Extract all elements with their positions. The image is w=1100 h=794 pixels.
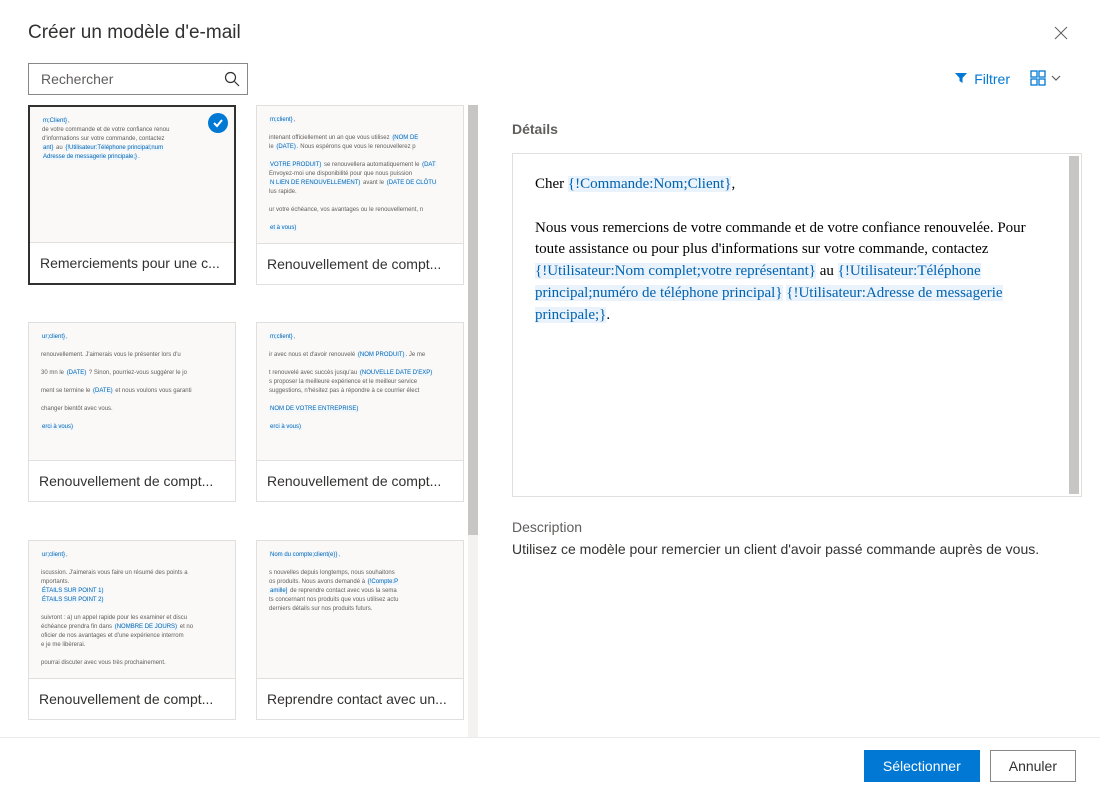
- filter-icon: [954, 71, 968, 88]
- search-wrap: [28, 63, 248, 95]
- preview-text: ,: [731, 176, 735, 192]
- template-thumbnail: m;client}, intenant officiellement un an…: [257, 106, 463, 244]
- dialog-footer: Sélectionner Annuler: [0, 737, 1100, 794]
- dialog-header: Créer un modèle d'e-mail: [0, 0, 1100, 63]
- preview-text: .: [606, 307, 610, 323]
- template-card-label: Renouvellement de compt...: [29, 461, 235, 501]
- template-card-label: Renouvellement de compt...: [257, 461, 463, 501]
- description-text: Utilisez ce modèle pour remercier un cli…: [512, 541, 1082, 557]
- gallery-scrollbar[interactable]: [468, 105, 478, 737]
- select-button[interactable]: Sélectionner: [864, 750, 980, 782]
- details-heading: Détails: [512, 121, 1082, 137]
- template-card-label: Renouvellement de compt...: [29, 679, 235, 719]
- template-card-label: Reprendre contact avec un...: [257, 679, 463, 719]
- dialog-body: m;Client}, de votre commande et de votre…: [0, 105, 1100, 737]
- filter-label: Filtrer: [974, 71, 1010, 87]
- template-gallery: m;Client}, de votre commande et de votre…: [28, 105, 464, 737]
- search-input[interactable]: [28, 63, 248, 95]
- dialog-title: Créer un modèle d'e-mail: [28, 22, 241, 44]
- preview-text: au: [816, 263, 838, 279]
- merge-field: {!Commande:Nom;Client}: [568, 176, 732, 192]
- template-card[interactable]: ur;client}, renouvellement. J'aimerais v…: [28, 322, 236, 502]
- template-thumbnail: m;Client}, de votre commande et de votre…: [30, 107, 234, 243]
- scroll-thumb[interactable]: [1069, 156, 1079, 494]
- template-preview: Cher {!Commande:Nom;Client}, Nous vous r…: [512, 153, 1082, 497]
- template-card[interactable]: m;client}, ir avec nous et d'avoir renou…: [256, 322, 464, 502]
- preview-text: Cher: [535, 176, 568, 192]
- cancel-button[interactable]: Annuler: [990, 750, 1076, 782]
- template-thumbnail: m;client}, ir avec nous et d'avoir renou…: [257, 323, 463, 461]
- merge-field: {!Utilisateur:Nom complet;votre représen…: [535, 263, 816, 279]
- template-card-label: Remerciements pour une c...: [30, 243, 234, 283]
- description-heading: Description: [512, 519, 1082, 535]
- template-thumbnail: Nom du compte;client(e)}, s nouvelles de…: [257, 541, 463, 679]
- template-card-label: Renouvellement de compt...: [257, 244, 463, 284]
- scroll-thumb[interactable]: [468, 105, 478, 535]
- toolbar: Filtrer: [0, 63, 1100, 105]
- email-template-dialog: Créer un modèle d'e-mail Filtrer: [0, 0, 1100, 794]
- template-card[interactable]: Nom du compte;client(e)}, s nouvelles de…: [256, 540, 464, 720]
- template-card[interactable]: ur;client}, iscussion. J'aimerais vous f…: [28, 540, 236, 720]
- template-thumbnail: ur;client}, renouvellement. J'aimerais v…: [29, 323, 235, 461]
- filter-button[interactable]: Filtrer: [948, 67, 1016, 92]
- details-panel: Détails Cher {!Commande:Nom;Client}, Nou…: [486, 105, 1082, 737]
- template-card[interactable]: m;client}, intenant officiellement un an…: [256, 105, 464, 285]
- preview-text: Nous vous remercions de votre commande e…: [535, 220, 1026, 258]
- viewmode-button[interactable]: [1024, 66, 1068, 93]
- close-icon[interactable]: [1050, 22, 1072, 49]
- template-gallery-wrap: m;Client}, de votre commande et de votre…: [28, 105, 478, 737]
- template-card[interactable]: m;Client}, de votre commande et de votre…: [28, 105, 236, 285]
- chevron-down-icon: [1050, 71, 1062, 87]
- preview-scrollbar[interactable]: [1069, 156, 1079, 494]
- template-thumbnail: ur;client}, iscussion. J'aimerais vous f…: [29, 541, 235, 679]
- grid-icon: [1030, 70, 1046, 89]
- selected-check-icon: [208, 113, 228, 133]
- search-icon[interactable]: [224, 71, 240, 87]
